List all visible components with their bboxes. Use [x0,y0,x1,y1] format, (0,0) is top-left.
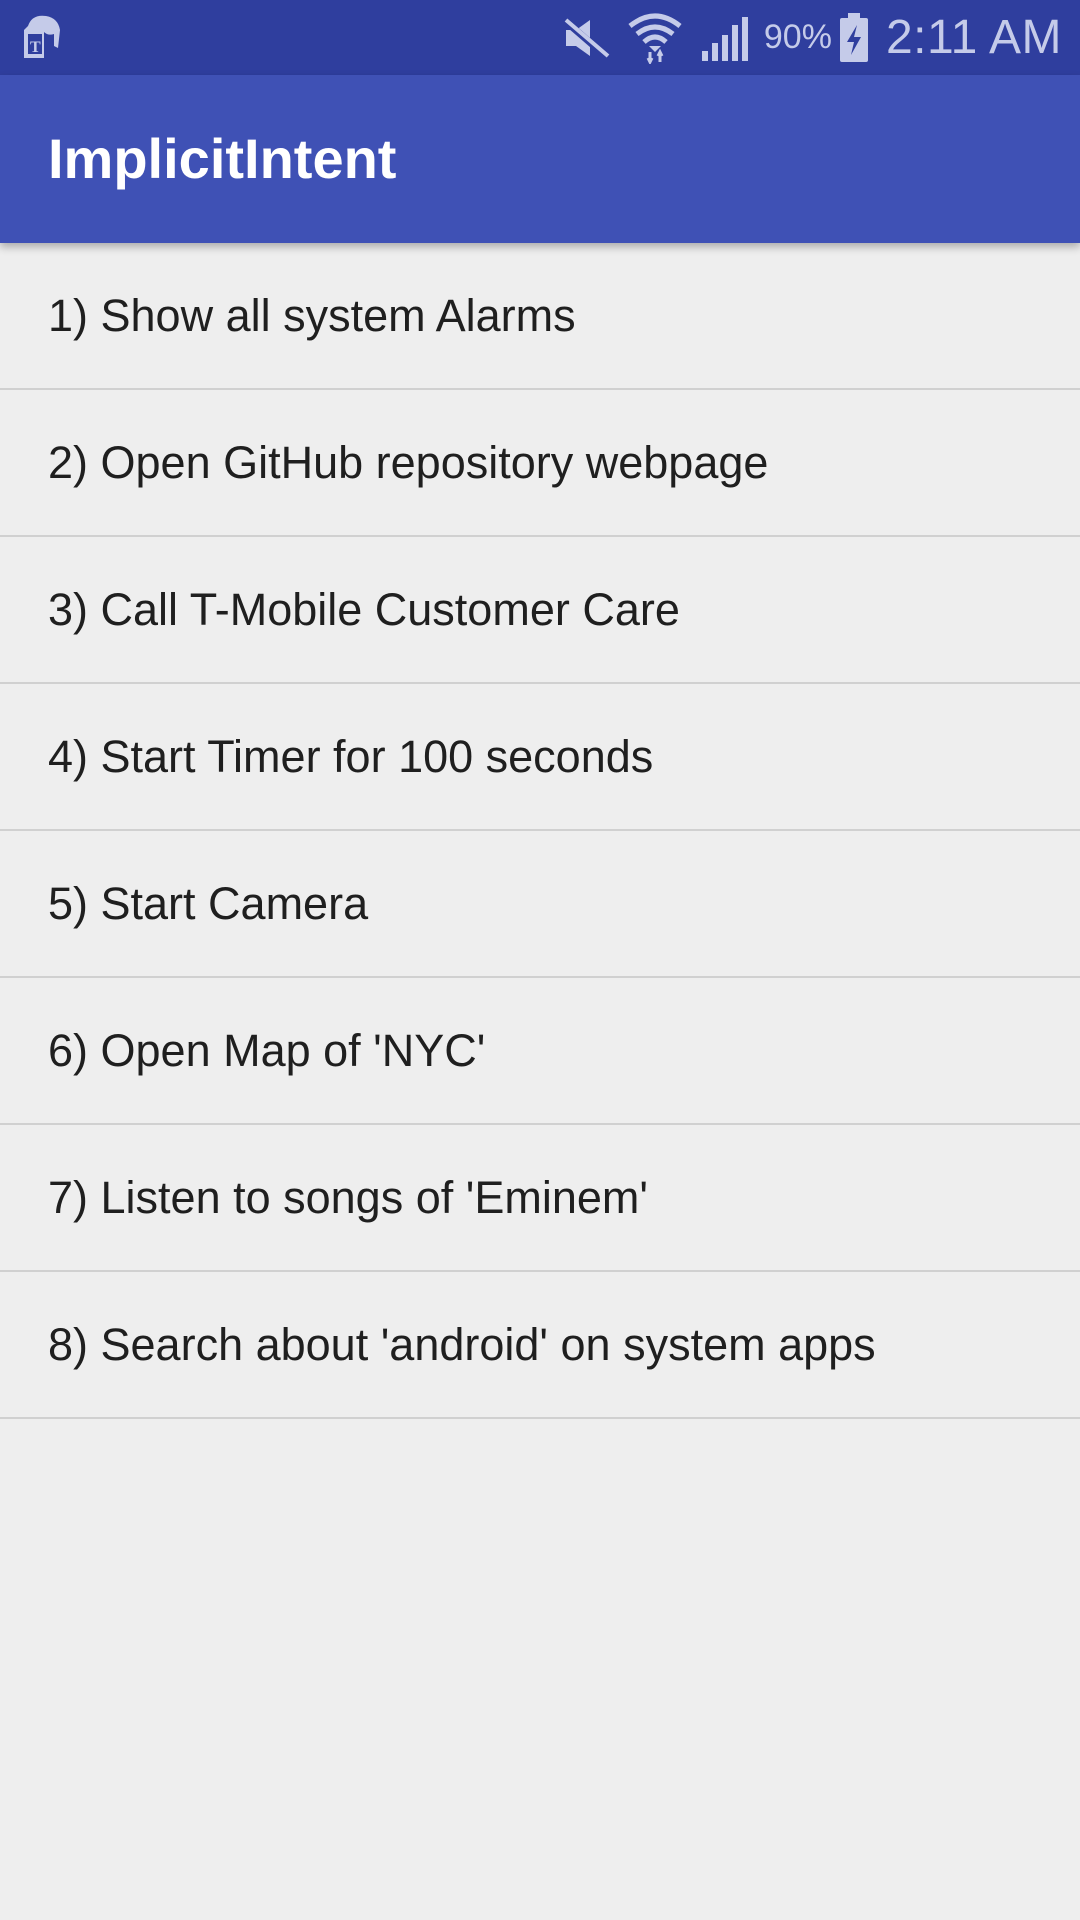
battery-percent: 90% [763,18,832,56]
list-item-call-customer-care[interactable]: 3) Call T-Mobile Customer Care [0,537,1080,684]
app-bar: ImplicitIntent [0,75,1080,243]
list-item-open-github[interactable]: 2) Open GitHub repository webpage [0,390,1080,537]
list-item-search-android[interactable]: 8) Search about 'android' on system apps [0,1272,1080,1419]
intent-list: 1) Show all system Alarms 2) Open GitHub… [0,243,1080,1419]
app-title: ImplicitIntent [48,127,397,190]
clock: 2:11 AM [885,11,1062,64]
svg-text:T: T [30,39,41,56]
mute-icon [561,16,610,60]
list-item-start-camera[interactable]: 5) Start Camera [0,831,1080,978]
signal-icon [700,15,750,61]
list-item-show-alarms[interactable]: 1) Show all system Alarms [0,243,1080,390]
t-mobile-app-icon: T [18,12,66,62]
status-bar: T 90% 2:11 AM [0,0,1080,75]
battery-charging-icon [838,12,870,63]
wifi-icon [628,12,682,64]
list-item-open-map[interactable]: 6) Open Map of 'NYC' [0,978,1080,1125]
list-item-listen-songs[interactable]: 7) Listen to songs of 'Eminem' [0,1125,1080,1272]
list-item-start-timer[interactable]: 4) Start Timer for 100 seconds [0,684,1080,831]
